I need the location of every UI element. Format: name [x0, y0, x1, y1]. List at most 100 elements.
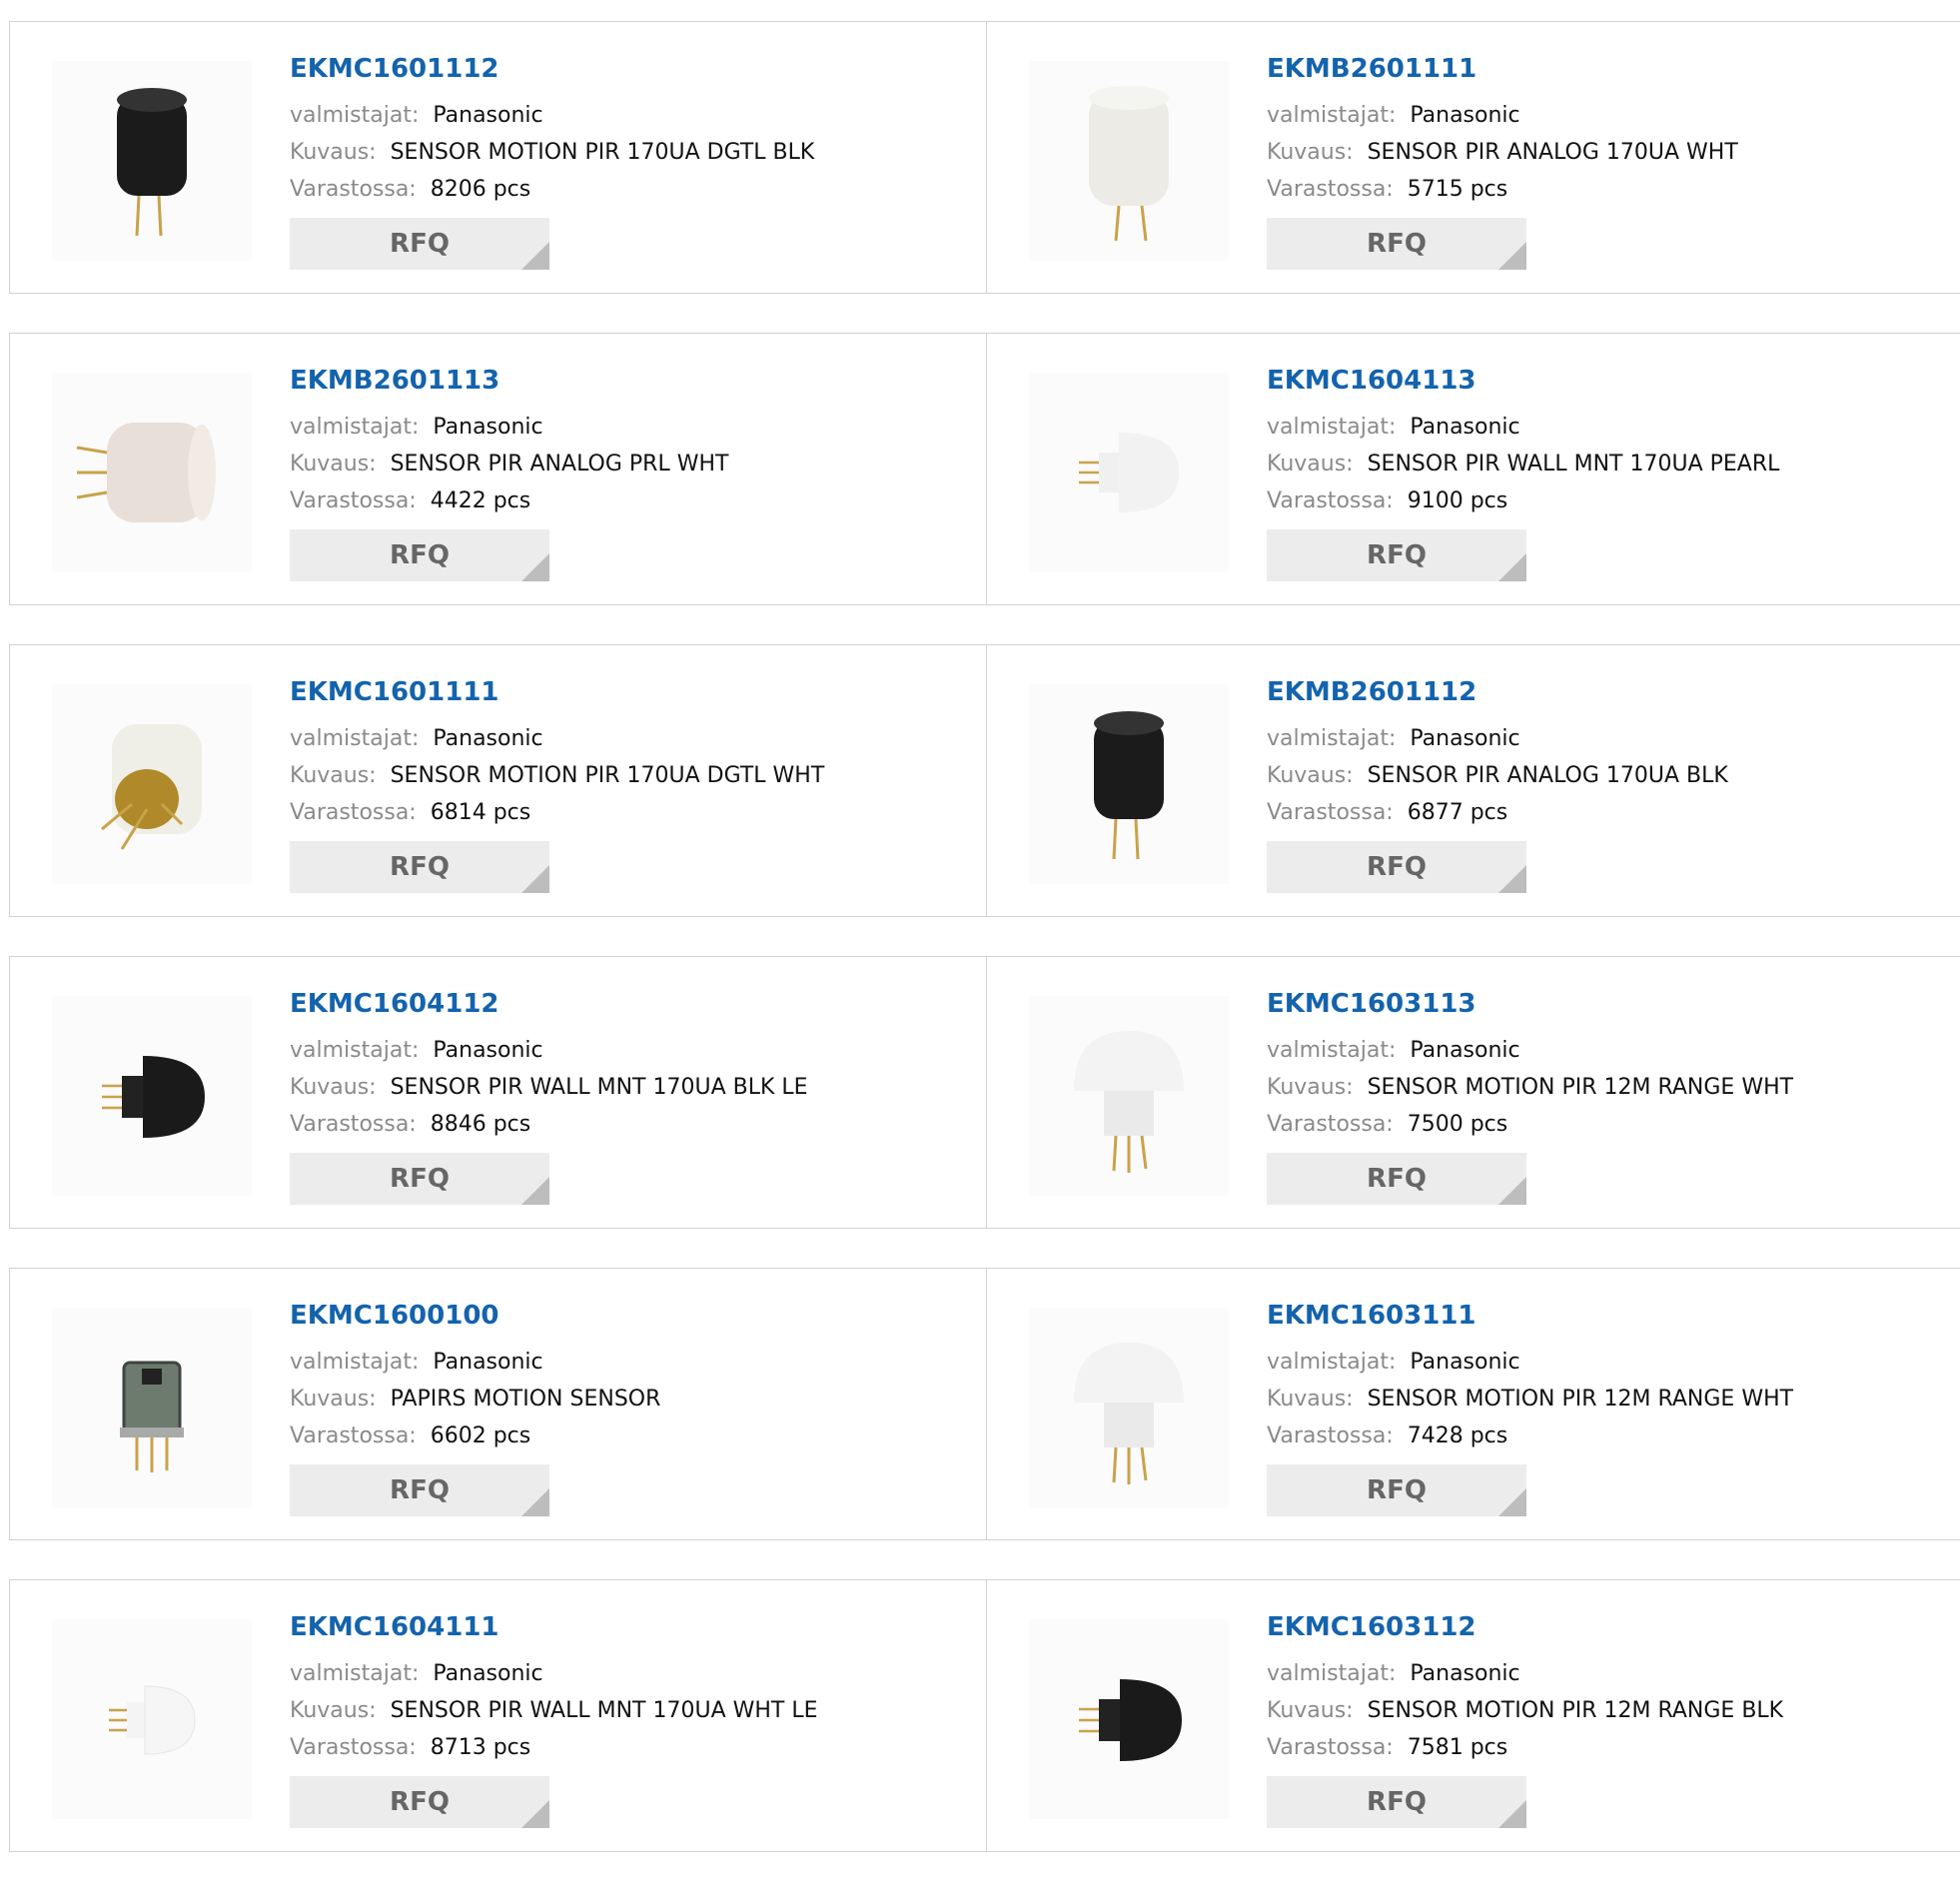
rfq-label: RFQ	[390, 852, 450, 882]
description-label: Kuvaus:	[290, 1698, 377, 1723]
stock-label: Varastossa:	[290, 1735, 417, 1760]
product-image[interactable]	[52, 684, 252, 884]
description-label: Kuvaus:	[290, 1075, 377, 1100]
product-image[interactable]	[1029, 1619, 1229, 1819]
description-value: SENSOR MOTION PIR 170UA DGTL BLK	[390, 140, 815, 165]
description-row: Kuvaus: SENSOR PIR ANALOG PRL WHT	[290, 446, 728, 482]
corner-triangle-icon	[1498, 1177, 1526, 1205]
rfq-button[interactable]: RFQ	[290, 1464, 549, 1516]
stock-label: Varastossa:	[290, 488, 417, 513]
stock-value: 8846 pcs	[430, 1112, 531, 1137]
manufacturer-value: Panasonic	[433, 1350, 543, 1375]
corner-triangle-icon	[521, 553, 549, 581]
manufacturer-label: valmistajat:	[290, 415, 420, 440]
rfq-button[interactable]: RFQ	[290, 1153, 549, 1205]
product-image[interactable]	[52, 373, 252, 572]
product-info: EKMC1604111 valmistajat: Panasonic Kuvaus…	[290, 1610, 818, 1828]
product-row: EKMC1600100 valmistajat: Panasonic Kuvaus…	[9, 1268, 1960, 1540]
part-number-link[interactable]: EKMB2601112	[1267, 675, 1728, 709]
product-image[interactable]	[52, 61, 252, 261]
manufacturer-value: Panasonic	[433, 726, 543, 751]
stock-value: 8713 pcs	[430, 1735, 531, 1760]
product-info: EKMC1604113 valmistajat: Panasonic Kuvaus…	[1267, 364, 1779, 581]
corner-triangle-icon	[521, 1177, 549, 1205]
rfq-button[interactable]: RFQ	[290, 1776, 549, 1828]
manufacturer-row: valmistajat: Panasonic	[1267, 97, 1738, 134]
product-info: EKMB2601112 valmistajat: Panasonic Kuvaus…	[1267, 675, 1728, 893]
manufacturer-value: Panasonic	[1410, 726, 1520, 751]
corner-triangle-icon	[1498, 242, 1526, 270]
description-row: Kuvaus: SENSOR PIR WALL MNT 170UA PEARL	[1267, 446, 1779, 482]
description-row: Kuvaus: SENSOR PIR ANALOG 170UA BLK	[1267, 757, 1728, 794]
rfq-button[interactable]: RFQ	[1267, 1464, 1526, 1516]
manufacturer-value: Panasonic	[433, 1038, 543, 1063]
manufacturer-value: Panasonic	[1410, 1350, 1520, 1375]
corner-triangle-icon	[521, 1488, 549, 1516]
part-number-link[interactable]: EKMC1604113	[1267, 364, 1779, 398]
product-image[interactable]	[1029, 373, 1229, 572]
product-image[interactable]	[52, 1619, 252, 1819]
product-card: EKMC1601111 valmistajat: Panasonic Kuvaus…	[10, 645, 986, 916]
product-grid: EKMC1601112 valmistajat: Panasonic Kuvaus…	[9, 21, 1960, 1891]
product-image[interactable]	[1029, 1308, 1229, 1507]
rfq-button[interactable]: RFQ	[1267, 1153, 1526, 1205]
part-number-link[interactable]: EKMC1603113	[1267, 987, 1793, 1021]
black-cylinder-sensor-icon	[117, 88, 187, 237]
description-label: Kuvaus:	[290, 452, 377, 476]
stock-label: Varastossa:	[290, 1112, 417, 1137]
product-image[interactable]	[1029, 684, 1229, 884]
rfq-button[interactable]: RFQ	[1267, 841, 1526, 893]
part-number-link[interactable]: EKMC1601112	[290, 52, 814, 86]
manufacturer-row: valmistajat: Panasonic	[290, 1655, 818, 1692]
part-number-link[interactable]: EKMC1600100	[290, 1299, 660, 1333]
description-value: SENSOR PIR WALL MNT 170UA PEARL	[1367, 452, 1780, 476]
description-row: Kuvaus: SENSOR PIR WALL MNT 170UA BLK LE	[290, 1069, 808, 1106]
product-image[interactable]	[1029, 996, 1229, 1196]
product-card: EKMC1603113 valmistajat: Panasonic Kuvaus…	[986, 957, 1960, 1228]
description-row: Kuvaus: SENSOR PIR WALL MNT 170UA WHT LE	[290, 1692, 818, 1729]
description-label: Kuvaus:	[290, 1387, 377, 1412]
rfq-button[interactable]: RFQ	[290, 529, 549, 581]
rfq-button[interactable]: RFQ	[290, 841, 549, 893]
description-label: Kuvaus:	[1267, 763, 1354, 788]
rfq-button[interactable]: RFQ	[290, 218, 549, 270]
rfq-button[interactable]: RFQ	[1267, 218, 1526, 270]
stock-row: Varastossa: 9100 pcs	[1267, 482, 1779, 519]
manufacturer-value: Panasonic	[433, 1661, 543, 1686]
black-dome-sensor-icon	[1079, 1679, 1182, 1761]
stock-value: 6814 pcs	[430, 800, 531, 825]
corner-triangle-icon	[521, 865, 549, 893]
manufacturer-label: valmistajat:	[1267, 1038, 1397, 1063]
rfq-label: RFQ	[1367, 1475, 1427, 1505]
description-row: Kuvaus: SENSOR PIR ANALOG 170UA WHT	[1267, 134, 1738, 171]
part-number-link[interactable]: EKMC1604111	[290, 1610, 818, 1644]
product-info: EKMC1601111 valmistajat: Panasonic Kuvaus…	[290, 675, 824, 893]
rfq-button[interactable]: RFQ	[1267, 529, 1526, 581]
rfq-label: RFQ	[390, 540, 450, 570]
manufacturer-label: valmistajat:	[1267, 726, 1397, 751]
product-info: EKMC1603112 valmistajat: Panasonic Kuvaus…	[1267, 1610, 1783, 1828]
part-number-link[interactable]: EKMC1603112	[1267, 1610, 1783, 1644]
rfq-button[interactable]: RFQ	[1267, 1776, 1526, 1828]
stock-value: 6877 pcs	[1407, 800, 1508, 825]
stock-value: 4422 pcs	[430, 488, 531, 513]
part-number-link[interactable]: EKMB2601113	[290, 364, 728, 398]
product-card: EKMC1603112 valmistajat: Panasonic Kuvaus…	[986, 1580, 1960, 1851]
product-image[interactable]	[52, 1308, 252, 1507]
product-card: EKMC1604113 valmistajat: Panasonic Kuvaus…	[986, 334, 1960, 604]
stock-value: 7428 pcs	[1407, 1423, 1508, 1448]
manufacturer-row: valmistajat: Panasonic	[290, 97, 814, 134]
part-number-link[interactable]: EKMC1604112	[290, 987, 808, 1021]
part-number-link[interactable]: EKMC1601111	[290, 675, 824, 709]
product-image[interactable]	[1029, 61, 1229, 261]
product-card: EKMC1603111 valmistajat: Panasonic Kuvaus…	[986, 1269, 1960, 1539]
stock-label: Varastossa:	[290, 177, 417, 202]
description-row: Kuvaus: SENSOR MOTION PIR 12M RANGE BLK	[1267, 1692, 1783, 1729]
product-row: EKMC1604112 valmistajat: Panasonic Kuvaus…	[9, 956, 1960, 1229]
product-info: EKMC1603113 valmistajat: Panasonic Kuvaus…	[1267, 987, 1793, 1205]
part-number-link[interactable]: EKMB2601111	[1267, 52, 1738, 86]
product-image[interactable]	[52, 996, 252, 1196]
product-card: EKMC1604112 valmistajat: Panasonic Kuvaus…	[10, 957, 986, 1228]
manufacturer-value: Panasonic	[1410, 1038, 1520, 1063]
part-number-link[interactable]: EKMC1603111	[1267, 1299, 1793, 1333]
